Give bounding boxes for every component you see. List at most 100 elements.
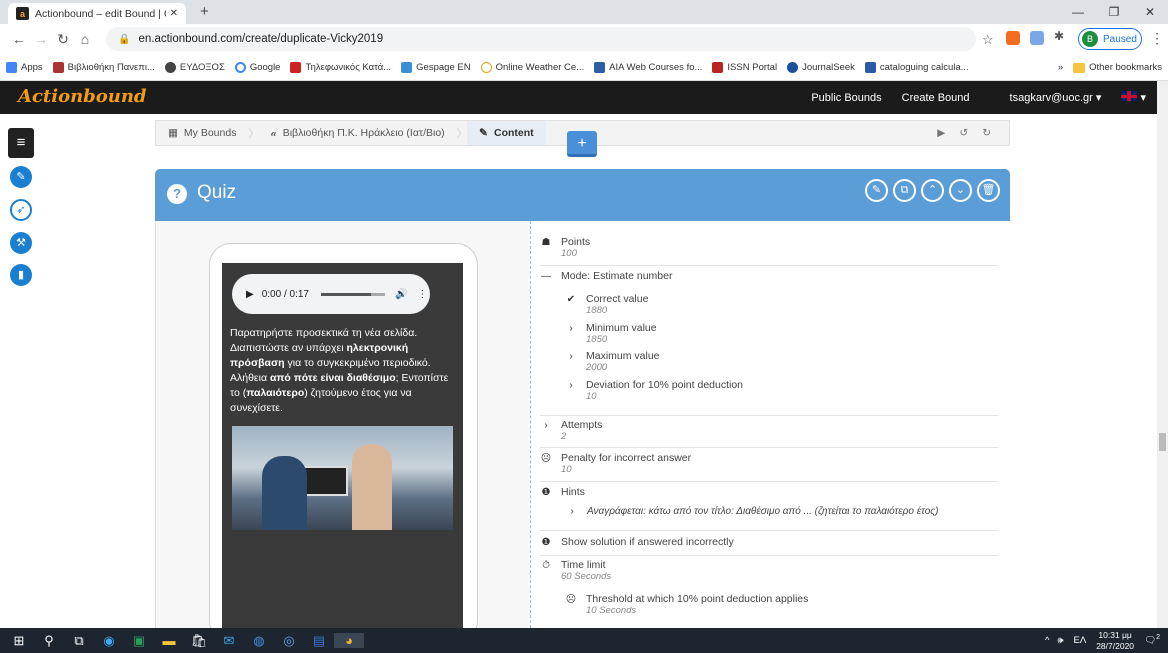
public-bounds-link[interactable]: Public Bounds	[811, 92, 881, 104]
move-up-icon[interactable]: ⌃	[921, 179, 944, 202]
close-tab-icon[interactable]: ✕	[170, 8, 178, 19]
bookmark-item[interactable]: Online Weather Ce...	[480, 61, 584, 73]
more-bookmarks-icon[interactable]: »	[1058, 62, 1063, 73]
breadcrumb-content[interactable]: ✎ Content	[467, 121, 546, 145]
question-icon: ?	[167, 184, 187, 204]
reload-icon[interactable]: ↻	[52, 31, 74, 48]
bookmark-item[interactable]: ΕΥΔΟΞΟΣ	[164, 61, 225, 73]
chrome-icon[interactable]: ◕	[334, 633, 364, 648]
audio-time: 0:00 / 0:17	[261, 288, 309, 300]
task-view-icon[interactable]: ⧉	[64, 633, 94, 649]
show-solution-row[interactable]: ❶ Show solution if answered incorrectly	[540, 536, 998, 556]
menu-icon[interactable]: ≡	[8, 128, 34, 158]
language-indicator[interactable]: ΕΛ	[1074, 635, 1087, 646]
bookmark-item[interactable]: ISSN Portal	[712, 61, 777, 73]
edit-icon[interactable]: ✎	[865, 179, 888, 202]
bookmark-item[interactable]: Βιβλιοθήκη Πανεπι...	[52, 61, 155, 73]
minimize-icon[interactable]: —	[1060, 0, 1096, 24]
notifications-icon[interactable]: 🗨2	[1144, 634, 1160, 646]
gespage-icon	[401, 61, 413, 73]
volume-icon[interactable]: 🔊	[395, 289, 407, 300]
bookmark-item[interactable]: JournalSeek	[787, 61, 855, 73]
system-tray: ^ 🕪 ΕΛ 10:31 μμ 28/7/2020 🗨2	[1045, 628, 1160, 653]
app-logo[interactable]: Actionbound	[18, 86, 147, 107]
hints-row[interactable]: ❶ Hints › Αναγράφεται: κάτω από τον τίτλο:…	[540, 486, 998, 531]
avatar: B	[1082, 31, 1098, 47]
weather-icon	[480, 61, 492, 73]
profile-button[interactable]: B Paused	[1078, 28, 1142, 50]
browser-menu-icon[interactable]: ⋮	[1150, 30, 1164, 47]
google-icon	[234, 61, 246, 73]
compass-icon[interactable]: ➶	[10, 199, 32, 221]
audio-player[interactable]: ▶ 0:00 / 0:17 🔊 ⋮	[232, 274, 430, 314]
bookmark-item[interactable]: Gespage EN	[401, 61, 471, 73]
mail-icon[interactable]: ✉	[214, 633, 244, 649]
scrollbar-thumb[interactable]	[1159, 433, 1166, 451]
redo-icon[interactable]: ↻	[982, 127, 991, 139]
bookmark-star-icon[interactable]: ☆	[982, 32, 994, 48]
delete-icon[interactable]: 🗑	[977, 179, 1000, 202]
move-down-icon[interactable]: ⌄	[949, 179, 972, 202]
bookmark-item[interactable]: Apps	[6, 61, 43, 73]
play-icon[interactable]: ▶	[246, 289, 254, 300]
points-row[interactable]: ☗ Points 100	[540, 236, 998, 266]
bound-icon[interactable]: ✎	[10, 166, 32, 188]
language-menu[interactable]: ▾	[1121, 91, 1146, 104]
bookmark-item[interactable]: Τηλεφωνικός Κατά...	[290, 61, 391, 73]
more-options-icon[interactable]: ⋮	[417, 289, 427, 300]
bookmark-item[interactable]: Google	[234, 61, 280, 73]
deviation-row[interactable]: › Deviation for 10% point deduction 10	[565, 379, 743, 402]
tray-chevron-icon[interactable]: ^	[1045, 635, 1049, 646]
breadcrumb-my-bounds[interactable]: ▦ My Bounds	[156, 121, 248, 145]
minimum-value-row[interactable]: › Minimum value 1850	[565, 322, 656, 345]
bookmark-item[interactable]: cataloguing calcula...	[864, 61, 969, 73]
outlook-icon[interactable]: ▤	[304, 633, 334, 649]
excel-icon[interactable]: ▣	[124, 633, 154, 649]
penalty-row[interactable]: ☹ Penalty for incorrect answer 10	[540, 452, 998, 482]
file-explorer-icon[interactable]: ▬	[154, 633, 184, 648]
clock[interactable]: 10:31 μμ 28/7/2020	[1096, 630, 1134, 652]
home-icon[interactable]: ⌂	[74, 31, 96, 47]
volume-icon[interactable]: 🕪	[1058, 635, 1064, 646]
new-tab-button[interactable]: +	[200, 3, 209, 20]
firefox-icon[interactable]: ◍	[244, 633, 274, 649]
stats-icon[interactable]: ▮	[10, 264, 32, 286]
bookmark-item[interactable]: AIA Web Courses fo...	[594, 61, 702, 73]
frown-icon: ☹	[540, 452, 552, 464]
threshold-row[interactable]: ☹ Threshold at which 10% point deduction …	[565, 593, 809, 616]
breadcrumb-bound[interactable]: 𝒶 Βιβλιοθήκη Π.Κ. Ηράκλειο (Ιατ/Βιο)	[259, 121, 457, 145]
browser-tab[interactable]: a Actionbound – edit Bound | Crea ✕	[8, 3, 186, 24]
extension-icon[interactable]	[1006, 31, 1020, 45]
correct-value-row[interactable]: ✔ Correct value 1880	[565, 293, 649, 316]
app-header: Actionbound Public Bounds Create Bound t…	[0, 81, 1168, 114]
aia-icon	[594, 61, 606, 73]
duplicate-icon[interactable]: ⧉	[893, 179, 916, 202]
close-window-icon[interactable]: ✕	[1132, 0, 1168, 24]
other-bookmarks[interactable]: Other bookmarks	[1089, 62, 1162, 73]
store-icon[interactable]: 🛍	[184, 633, 214, 649]
wrench-icon[interactable]: ⚒	[10, 232, 32, 254]
back-icon[interactable]: ←	[8, 31, 30, 47]
audio-progress[interactable]	[320, 292, 385, 296]
add-element-button[interactable]: +	[567, 131, 597, 157]
apps-grid-icon	[6, 61, 17, 73]
eudoxus-icon	[164, 61, 176, 73]
extension-icon[interactable]	[1030, 31, 1044, 45]
maximum-value-row[interactable]: › Maximum value 2000	[565, 350, 659, 373]
teams-icon[interactable]: ◎	[274, 633, 304, 649]
windows-start-icon[interactable]: ⊞	[4, 633, 34, 649]
app-nav: Public Bounds Create Bound tsagkarv@uoc.…	[791, 81, 1146, 114]
create-bound-link[interactable]: Create Bound	[902, 92, 970, 104]
account-menu[interactable]: tsagkarv@uoc.gr ▾	[990, 91, 1102, 104]
play-icon[interactable]: ▶	[937, 127, 945, 139]
address-bar[interactable]: 🔒 en.actionbound.com/create/duplicate-Vi…	[106, 27, 976, 51]
forward-icon[interactable]: →	[30, 31, 52, 47]
puzzle-icon[interactable]: ✱	[1054, 29, 1068, 43]
edge-icon[interactable]: ◉	[94, 633, 124, 649]
maximize-icon[interactable]: ❐	[1096, 0, 1132, 24]
search-icon[interactable]: ⚲	[34, 633, 64, 649]
chevron-right-icon: ›	[569, 379, 573, 391]
undo-icon[interactable]: ↺	[959, 127, 968, 139]
attempts-row[interactable]: › Attempts 2	[540, 419, 998, 448]
page-scrollbar[interactable]	[1157, 81, 1168, 628]
